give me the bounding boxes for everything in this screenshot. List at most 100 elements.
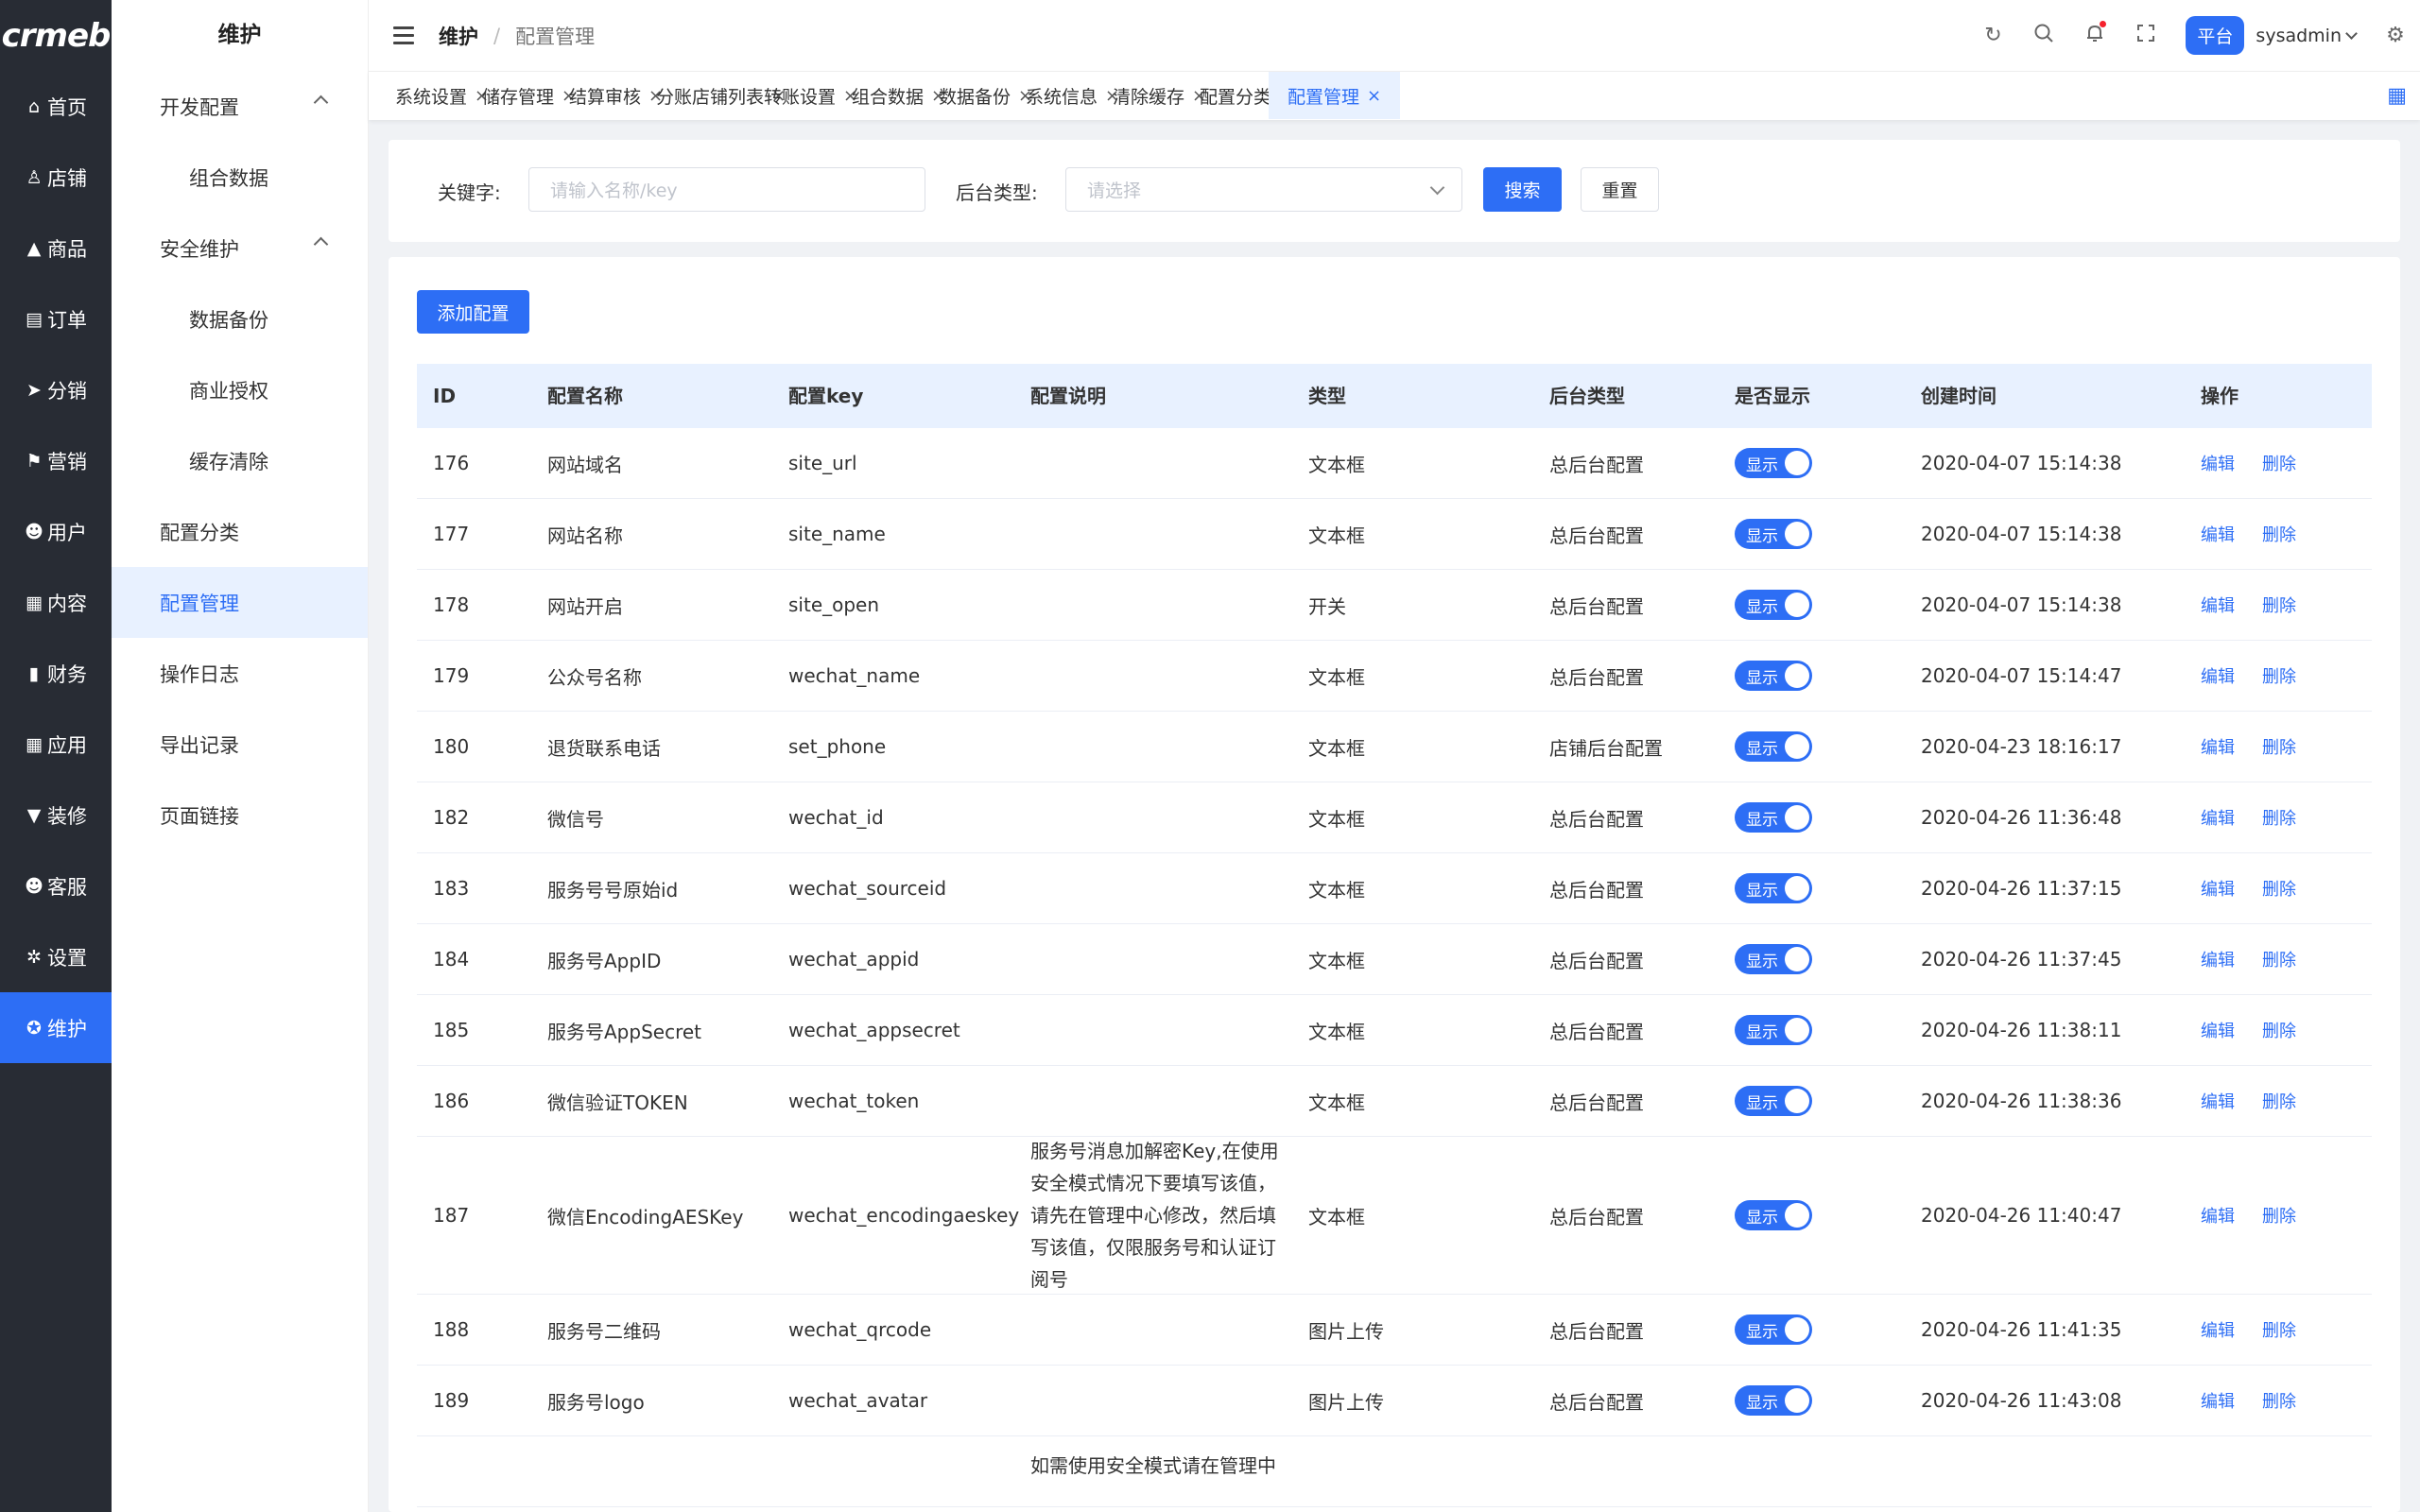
search-icon[interactable] <box>2032 23 2055 49</box>
submenu-item[interactable]: 页面链接 <box>112 780 368 850</box>
submenu-item[interactable]: 开发配置 <box>112 71 368 142</box>
fullscreen-icon[interactable] <box>2135 23 2157 49</box>
delete-link[interactable]: 删除 <box>2262 876 2296 901</box>
menu-toggle-icon[interactable] <box>393 26 414 44</box>
refresh-icon[interactable]: ↻ <box>1981 24 2004 47</box>
add-config-button[interactable]: 添加配置 <box>417 290 529 334</box>
tab-label: 储存管理 <box>482 86 555 108</box>
submenu-item[interactable]: 商业授权 <box>112 354 368 425</box>
visible-toggle[interactable]: 显示 <box>1735 1200 1812 1230</box>
delete-link[interactable]: 删除 <box>2262 947 2296 971</box>
edit-link[interactable]: 编辑 <box>2201 1388 2235 1413</box>
rail-item[interactable]: ✪ 维护 <box>0 992 112 1063</box>
reset-button[interactable]: 重置 <box>1581 167 1659 212</box>
edit-link[interactable]: 编辑 <box>2201 876 2235 901</box>
delete-link[interactable]: 删除 <box>2262 1018 2296 1042</box>
app-logo[interactable]: crmeb <box>0 0 112 71</box>
delete-link[interactable]: 删除 <box>2262 805 2296 830</box>
submenu-item[interactable]: 配置分类 <box>112 496 368 567</box>
search-button[interactable]: 搜索 <box>1483 167 1562 212</box>
rail-item[interactable]: ▤ 订单 <box>0 284 112 354</box>
visible-toggle[interactable]: 显示 <box>1735 873 1812 903</box>
cell-key: wechat_sourceid <box>788 877 947 900</box>
toggle-label: 显示 <box>1746 1093 1778 1113</box>
table-row: 182 微信号 wechat_id 文本框 总后台配置 显示 2020-04-26 11:3… <box>417 782 2372 853</box>
rail-item[interactable]: ♙ 店铺 <box>0 142 112 213</box>
bell-icon[interactable] <box>2083 20 2107 49</box>
delete-link[interactable]: 删除 <box>2262 1203 2296 1228</box>
submenu-item[interactable]: 数据备份 <box>112 284 368 354</box>
visible-toggle[interactable]: 显示 <box>1735 802 1812 833</box>
visible-toggle[interactable]: 显示 <box>1735 590 1812 620</box>
edit-link[interactable]: 编辑 <box>2201 1317 2235 1342</box>
visible-toggle[interactable]: 显示 <box>1735 519 1812 549</box>
visible-toggle[interactable]: 显示 <box>1735 731 1812 762</box>
keyword-input[interactable]: 请输入名称/key <box>528 167 925 212</box>
delete-link[interactable]: 删除 <box>2262 1317 2296 1342</box>
rail-item[interactable]: ▦ 应用 <box>0 709 112 780</box>
delete-link[interactable]: 删除 <box>2262 522 2296 546</box>
delete-link[interactable]: 删除 <box>2262 663 2296 688</box>
rail-item[interactable]: ▲ 商品 <box>0 213 112 284</box>
rail-item[interactable]: ⚑ 营销 <box>0 425 112 496</box>
submenu-item[interactable]: 缓存清除 <box>112 425 368 496</box>
visible-toggle[interactable]: 显示 <box>1735 1086 1812 1116</box>
delete-link[interactable]: 删除 <box>2262 593 2296 617</box>
edit-link[interactable]: 编辑 <box>2201 522 2235 546</box>
edit-link[interactable]: 编辑 <box>2201 451 2235 475</box>
platform-badge[interactable]: 平台 <box>2186 16 2245 55</box>
breadcrumb-root[interactable]: 维护 <box>439 22 478 50</box>
submenu-item-label: 页面链接 <box>160 804 239 828</box>
rail-item[interactable]: ▦ 内容 <box>0 567 112 638</box>
table-row: 178 网站开启 site_open 开关 总后台配置 显示 2020-04-07 15:1… <box>417 570 2372 641</box>
cell-created: 2020-04-26 11:38:36 <box>1921 1090 2122 1112</box>
rail-item[interactable]: ☻ 客服 <box>0 850 112 921</box>
rail-item[interactable]: ▼ 装修 <box>0 780 112 850</box>
tabs-menu-icon[interactable]: ▦ <box>2387 84 2407 108</box>
cell-edit: 编辑 <box>2201 853 2235 923</box>
submenu-item[interactable]: 导出记录 <box>112 709 368 780</box>
rail-item[interactable]: ⌂ 首页 <box>0 71 112 142</box>
visible-toggle[interactable]: 显示 <box>1735 448 1812 478</box>
cell-edit: 编辑 <box>2201 428 2235 498</box>
rail-item[interactable]: ▮ 财务 <box>0 638 112 709</box>
user-menu[interactable]: sysadmin <box>2256 26 2358 46</box>
edit-link[interactable]: 编辑 <box>2201 1203 2235 1228</box>
edit-link[interactable]: 编辑 <box>2201 1089 2235 1113</box>
visible-toggle[interactable]: 显示 <box>1735 1385 1812 1416</box>
submenu-item[interactable]: 安全维护 <box>112 213 368 284</box>
visible-toggle[interactable]: 显示 <box>1735 944 1812 974</box>
rail-label: 财务 <box>47 662 87 686</box>
edit-link[interactable]: 编辑 <box>2201 593 2235 617</box>
submenu-item[interactable]: 配置管理 <box>112 567 368 638</box>
edit-link[interactable]: 编辑 <box>2201 663 2235 688</box>
submenu-item[interactable]: 组合数据 <box>112 142 368 213</box>
admin-type-select[interactable]: 请选择 <box>1065 167 1462 212</box>
edit-link[interactable]: 编辑 <box>2201 947 2235 971</box>
delete-link[interactable]: 删除 <box>2262 1388 2296 1413</box>
edit-link[interactable]: 编辑 <box>2201 1018 2235 1042</box>
rail-label: 设置 <box>47 946 87 970</box>
delete-link[interactable]: 删除 <box>2262 451 2296 475</box>
cell-edit: 编辑 <box>2201 995 2235 1065</box>
tab-label: 配置分类 <box>1200 86 1272 108</box>
delete-link[interactable]: 删除 <box>2262 1089 2296 1113</box>
rail-item[interactable]: ✲ 设置 <box>0 921 112 992</box>
cell-key: wechat_encodingaeskey <box>788 1204 1020 1227</box>
cell-created: 2020-04-07 15:14:38 <box>1921 452 2122 474</box>
visible-toggle[interactable]: 显示 <box>1735 1314 1812 1345</box>
visible-toggle[interactable]: 显示 <box>1735 1015 1812 1045</box>
tab[interactable]: 配置管理 × <box>1269 72 1401 119</box>
rail-item[interactable]: ➤ 分销 <box>0 354 112 425</box>
delete-link[interactable]: 删除 <box>2262 734 2296 759</box>
settings-icon[interactable]: ⚙ <box>2384 24 2407 47</box>
edit-link[interactable]: 编辑 <box>2201 805 2235 830</box>
rail-label: 店铺 <box>47 166 87 190</box>
close-icon[interactable]: × <box>1367 86 1381 106</box>
edit-link[interactable]: 编辑 <box>2201 734 2235 759</box>
rail-item[interactable]: ☻ 用户 <box>0 496 112 567</box>
submenu-item[interactable]: 操作日志 <box>112 638 368 709</box>
cell-id: 179 <box>433 664 470 687</box>
visible-toggle[interactable]: 显示 <box>1735 661 1812 691</box>
cell-created: 2020-04-23 18:16:17 <box>1921 735 2122 758</box>
